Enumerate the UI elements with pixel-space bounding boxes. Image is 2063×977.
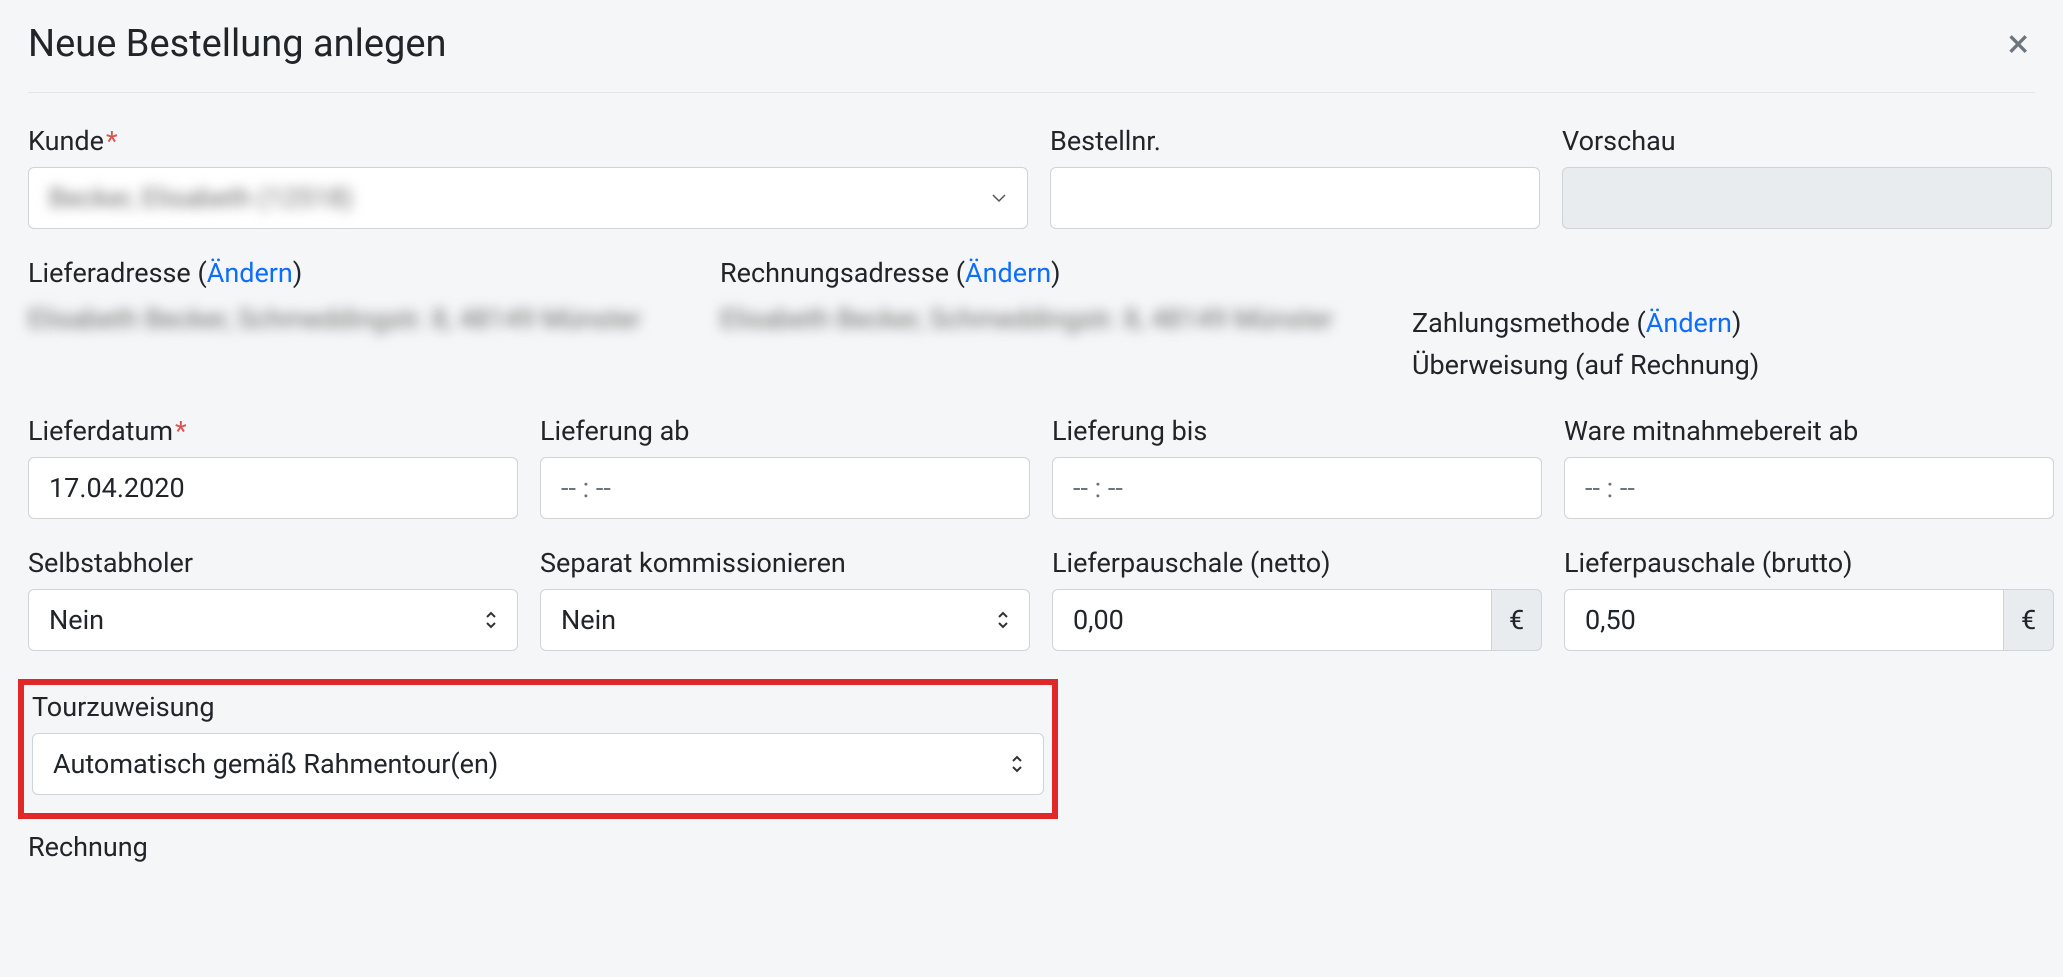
euro-icon: € [2004,589,2054,651]
zahlungsmethode-change-link[interactable]: Ändern [1646,307,1732,339]
lieferung-ab-label: Lieferung ab [540,415,1030,447]
sep-komm-select[interactable]: Nein [540,589,1030,651]
lieferung-bis-label: Lieferung bis [1052,415,1542,447]
kunde-label: Kunde* [28,125,1028,157]
lieferdatum-label-text: Lieferdatum [28,415,173,447]
rechnungsadresse-label-text: Rechnungsadresse [720,257,949,289]
page-title: Neue Bestellung anlegen [28,22,447,66]
lieferdatum-label: Lieferdatum* [28,415,518,447]
euro-icon: € [1492,589,1542,651]
selbstabholer-label: Selbstabholer [28,547,518,579]
close-icon[interactable]: × [2002,24,2035,64]
lieferung-ab-input[interactable]: -- : -- [540,457,1030,519]
zahlungsmethode-value: Überweisung (auf Rechnung) [1412,345,2035,387]
bestellnr-input[interactable] [1050,167,1540,229]
tourzuweisung-label: Tourzuweisung [32,691,1044,723]
required-star-icon: * [175,415,187,447]
vorschau-display [1562,167,2052,229]
lieferadresse-change-link[interactable]: Ändern [207,257,293,289]
zahlungsmethode-label: Zahlungsmethode (Ändern) [1412,303,2035,345]
lp-netto-input[interactable]: 0,00 [1052,589,1492,651]
lp-brutto-label: Lieferpauschale (brutto) [1564,547,2054,579]
kunde-label-text: Kunde [28,125,104,157]
lieferadresse-label-text: Lieferadresse [28,257,191,289]
lp-brutto-input[interactable]: 0,50 [1564,589,2004,651]
rechnungsadresse-label: Rechnungsadresse (Ändern) [720,257,1390,289]
lieferung-bis-input[interactable]: -- : -- [1052,457,1542,519]
kunde-select[interactable]: Becker, Elisabeth (12518) [28,167,1028,229]
ware-ab-input[interactable]: -- : -- [1564,457,2054,519]
kunde-value: Becker, Elisabeth (12518) [49,182,353,214]
tourzuweisung-select[interactable]: Automatisch gemäß Rahmentour(en) [32,733,1044,795]
vorschau-label: Vorschau [1562,125,2052,157]
rechnungsadresse-text: Elisabeth Becker, Schmeddingstr. 8, 4814… [720,299,1390,341]
rechnung-heading: Rechnung [28,831,2035,863]
lieferadresse-label: Lieferadresse (Ändern) [28,257,698,289]
sep-komm-label: Separat kommissionieren [540,547,1030,579]
lieferdatum-input[interactable]: 17.04.2020 [28,457,518,519]
bestellnr-label: Bestellnr. [1050,125,1540,157]
lieferadresse-text: Elisabeth Becker, Schmeddingstr. 8, 4814… [28,299,698,341]
tourzuweisung-highlight: Tourzuweisung Automatisch gemäß Rahmento… [18,679,1058,819]
selbstabholer-select[interactable]: Nein [28,589,518,651]
zahlungsmethode-label-text: Zahlungsmethode [1412,307,1630,339]
ware-ab-label: Ware mitnahmebereit ab [1564,415,2054,447]
lp-netto-label: Lieferpauschale (netto) [1052,547,1542,579]
required-star-icon: * [106,125,118,157]
rechnungsadresse-change-link[interactable]: Ändern [965,257,1051,289]
